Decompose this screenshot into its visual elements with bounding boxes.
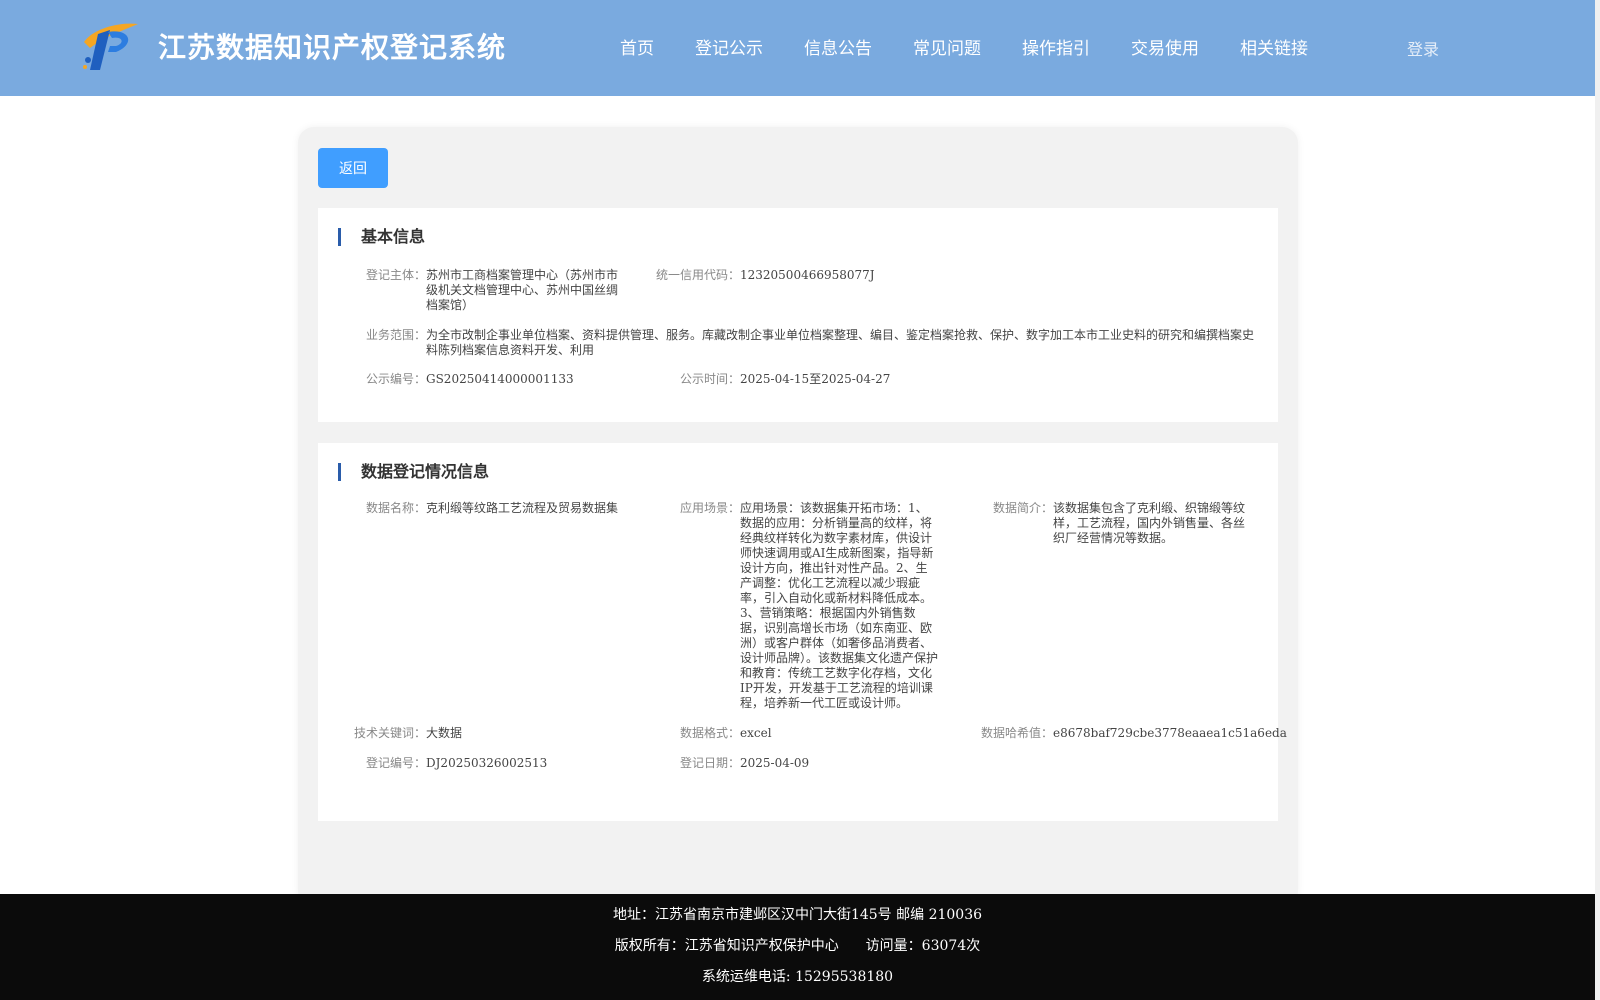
application-scene-label: 应用场景： — [679, 501, 740, 515]
data-name-field: 数据名称： 克利缎等纹路工艺流程及贸易数据集 — [366, 501, 626, 516]
data-intro-field: 数据简介： 该数据集包含了克利缎、织锦缎等纹样，工艺流程，国内外销售量、各丝织厂… — [993, 501, 1247, 546]
footer-phone: 系统运维电话: 15295538180 — [701, 969, 894, 985]
data-format-field: 数据格式： excel — [680, 726, 940, 741]
notice-time-value: 2025-04-15至2025-04-27 — [740, 372, 891, 386]
detail-panel: 返回 基本信息 登记主体： 苏州市工商档案管理中心（苏州市市级机关文档管理中心、… — [298, 127, 1298, 907]
footer-visits: 访问量：63074次 — [865, 938, 981, 954]
business-scope-value: 为全市改制企事业单位档案、资料提供管理、服务。库藏改制企事业单位档案整理、编目、… — [426, 328, 1255, 357]
subject-value: 苏州市工商档案管理中心（苏州市市级机关文档管理中心、苏州中国丝绸档案馆） — [426, 268, 619, 312]
notice-number-label: 公示编号： — [365, 372, 426, 386]
scrollbar[interactable] — [1595, 0, 1600, 1000]
data-registration-card: 数据登记情况信息 数据名称： 克利缎等纹路工艺流程及贸易数据集 应用场景： 应用… — [318, 443, 1287, 821]
business-scope-field: 业务范围： 为全市改制企事业单位档案、资料提供管理、服务。库藏改制企事业单位档案… — [366, 328, 1256, 358]
nav-related-links[interactable]: 相关链接 — [1240, 34, 1308, 59]
main-nav: 首页 登记公示 信息公告 常见问题 操作指引 交易使用 相关链接 — [620, 34, 1349, 59]
data-format-label: 数据格式： — [679, 726, 740, 740]
subject-label: 登记主体： — [365, 268, 426, 282]
data-format-value: excel — [740, 726, 772, 740]
data-intro-value: 该数据集包含了克利缎、织锦缎等纹样，工艺流程，国内外销售量、各丝织厂经营情况等数… — [1053, 501, 1246, 545]
notice-number-value: GS20250414000001133 — [426, 372, 574, 386]
notice-time-label: 公示时间： — [679, 372, 740, 386]
tech-keyword-label: 技术关键词： — [353, 726, 426, 740]
footer-copyright: 版权所有：江苏省知识产权保护中心 — [614, 938, 839, 954]
data-name-label: 数据名称： — [365, 501, 426, 515]
data-hash-label: 数据哈希值： — [980, 726, 1053, 740]
footer-address: 地址：江苏省南京市建邺区汉中门大街145号 邮编 210036 — [612, 907, 983, 923]
application-scene-field: 应用场景： 应用场景：该数据集开拓市场：1、数据的应用：分析销量高的纹样，将经典… — [680, 501, 939, 711]
login-link[interactable]: 登录 — [1407, 36, 1439, 60]
data-registration-title: 数据登记情况信息 — [338, 463, 489, 481]
nav-registration-publicity[interactable]: 登记公示 — [695, 34, 763, 59]
site-header: 江苏数据知识产权登记系统 首页 登记公示 信息公告 常见问题 操作指引 交易使用… — [0, 0, 1595, 96]
footer-copyright-line: 版权所有：江苏省知识产权保护中心 访问量：63074次 — [0, 935, 1595, 955]
tech-keyword-field: 技术关键词： 大数据 — [354, 726, 626, 741]
registration-number-field: 登记编号： DJ20250326002513 — [366, 756, 626, 771]
nav-announcements[interactable]: 信息公告 — [804, 34, 872, 59]
notice-time-field: 公示时间： 2025-04-15至2025-04-27 — [680, 372, 1040, 387]
nav-faq[interactable]: 常见问题 — [913, 34, 981, 59]
nav-trade-usage[interactable]: 交易使用 — [1131, 34, 1199, 59]
site-footer: 地址：江苏省南京市建邺区汉中门大街145号 邮编 210036 版权所有：江苏省… — [0, 894, 1595, 1000]
credit-code-value: 12320500466958077J — [740, 268, 875, 282]
data-intro-label: 数据简介： — [992, 501, 1053, 515]
notice-number-field: 公示编号： GS20250414000001133 — [366, 372, 666, 387]
business-scope-label: 业务范围： — [365, 328, 426, 342]
credit-code-field: 统一信用代码： 12320500466958077J — [656, 268, 1140, 283]
registration-date-value: 2025-04-09 — [740, 756, 810, 770]
registration-number-value: DJ20250326002513 — [426, 756, 548, 770]
subject-field: 登记主体： 苏州市工商档案管理中心（苏州市市级机关文档管理中心、苏州中国丝绸档案… — [366, 268, 620, 313]
registration-date-field: 登记日期： 2025-04-09 — [680, 756, 940, 771]
data-name-value: 克利缎等纹路工艺流程及贸易数据集 — [426, 501, 619, 515]
credit-code-label: 统一信用代码： — [655, 268, 740, 282]
data-hash-field: 数据哈希值： e8678baf729cbe3778eaaea1c51a6eda — [981, 726, 1287, 741]
registration-number-label: 登记编号： — [365, 756, 426, 770]
site-title: 江苏数据知识产权登记系统 — [158, 31, 507, 64]
back-button[interactable]: 返回 — [318, 148, 388, 188]
nav-guide[interactable]: 操作指引 — [1022, 34, 1090, 59]
logo-icon[interactable] — [80, 20, 140, 72]
basic-info-title: 基本信息 — [338, 228, 425, 246]
registration-date-label: 登记日期： — [679, 756, 740, 770]
basic-info-card: 基本信息 登记主体： 苏州市工商档案管理中心（苏州市市级机关文档管理中心、苏州中… — [318, 208, 1278, 422]
nav-home[interactable]: 首页 — [620, 34, 654, 59]
tech-keyword-value: 大数据 — [426, 726, 463, 740]
data-hash-value: e8678baf729cbe3778eaaea1c51a6eda — [1053, 726, 1287, 740]
application-scene-value: 应用场景：该数据集开拓市场：1、数据的应用：分析销量高的纹样，将经典纹样转化为数… — [740, 501, 939, 710]
